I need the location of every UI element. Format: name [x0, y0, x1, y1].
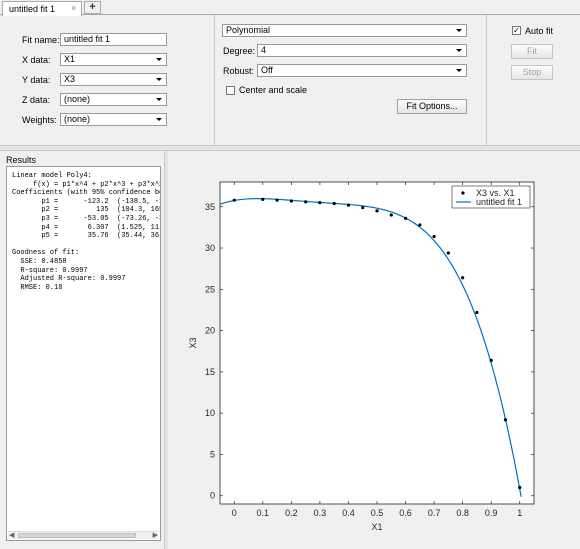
- x-tick-label: 0.7: [428, 508, 441, 518]
- add-tab-button[interactable]: +: [84, 1, 101, 14]
- y-tick-label: 0: [210, 491, 215, 501]
- fit-controls-panel: ✓ Auto fit Fit Stop: [487, 15, 580, 145]
- scroll-left-icon[interactable]: ◀: [9, 531, 14, 539]
- fit-plot[interactable]: 0 0.1 0.2 0.3 0.4 0.5 0.6 0.7 0.8 0.9 105101520253…: [168, 151, 580, 549]
- document-tab-strip: untitled fit 1 × +: [0, 0, 580, 16]
- y-tick-label: 15: [205, 367, 215, 377]
- data-point: [461, 276, 465, 280]
- x-tick-label: 1: [517, 508, 522, 518]
- data-point: [375, 209, 379, 213]
- legend-entry-fit: untitled fit 1: [476, 197, 522, 207]
- degree-select[interactable]: 4: [257, 44, 467, 57]
- data-point: [318, 201, 322, 205]
- weights-label: Weights:: [22, 115, 57, 125]
- x-tick-label: 0.9: [485, 508, 498, 518]
- data-point: [232, 198, 236, 202]
- data-point: [275, 198, 279, 202]
- x-data-select[interactable]: X1: [60, 53, 167, 66]
- z-data-label: Z data:: [22, 95, 51, 105]
- x-tick-label: 0.6: [399, 508, 412, 518]
- data-point: [418, 223, 422, 227]
- chevron-down-icon: [156, 118, 162, 121]
- y-data-select[interactable]: X3: [60, 73, 167, 86]
- legend-marker-points: [461, 191, 465, 195]
- robust-label: Robust:: [223, 66, 255, 76]
- fit-button[interactable]: Fit: [511, 44, 553, 59]
- x-data-label: X data:: [22, 55, 51, 65]
- y-axis-label: X3: [188, 337, 198, 348]
- weights-value: (none): [64, 114, 91, 124]
- data-point: [389, 213, 393, 217]
- x-tick-label: 0.8: [456, 508, 469, 518]
- y-tick-label: 10: [205, 408, 215, 418]
- results-title: Results: [6, 155, 37, 165]
- z-data-select[interactable]: (none): [60, 93, 167, 106]
- chevron-down-icon: [156, 78, 162, 81]
- y-data-label: Y data:: [22, 75, 51, 85]
- data-point: [332, 201, 336, 206]
- x-data-value: X1: [64, 54, 76, 64]
- data-point: [361, 205, 365, 210]
- scrollbar-thumb[interactable]: [18, 533, 136, 538]
- degree-label: Degree:: [223, 46, 256, 56]
- center-scale-label: Center and scale: [239, 85, 308, 95]
- x-tick-label: 0.4: [342, 508, 355, 518]
- fit-type-select[interactable]: Polynomial: [222, 24, 467, 37]
- y-tick-label: 5: [210, 449, 215, 459]
- chevron-down-icon: [456, 29, 462, 32]
- data-point: [489, 358, 493, 362]
- robust-value: Off: [261, 65, 273, 75]
- y-tick-label: 25: [205, 284, 215, 294]
- weights-select[interactable]: (none): [60, 113, 167, 126]
- chevron-down-icon: [456, 69, 462, 72]
- plot-panel: 0 0.1 0.2 0.3 0.4 0.5 0.6 0.7 0.8 0.9 1 0 5 10 15 20 25 3…: [168, 151, 580, 549]
- degree-value: 4: [261, 45, 267, 55]
- results-horizontal-scrollbar[interactable]: ◀ ▶: [8, 531, 159, 539]
- auto-fit-label: Auto fit: [525, 26, 554, 36]
- fit-type-panel: Polynomial Degree: 4 Robust: Off Center …: [215, 15, 487, 145]
- data-point: [432, 234, 436, 239]
- fit-name-label: Fit name:: [22, 35, 60, 45]
- x-tick-label: 0.3: [314, 508, 327, 518]
- chevron-down-icon: [156, 58, 162, 61]
- y-tick-label: 30: [205, 243, 215, 253]
- auto-fit-checkbox[interactable]: ✓: [512, 26, 521, 35]
- tab-untitled-fit-1[interactable]: untitled fit 1 ×: [2, 1, 82, 16]
- data-selection-panel: Fit name: untitled fit 1 X data: X1 Y da…: [0, 15, 215, 145]
- data-point: [261, 197, 265, 201]
- robust-select[interactable]: Off: [257, 64, 467, 77]
- data-point: [346, 203, 351, 207]
- y-tick-label: 35: [205, 202, 215, 212]
- y-data-value: X3: [64, 74, 76, 84]
- results-panel[interactable]: Linear model Poly4: f(x) = p1*x^4 + p2*x…: [6, 166, 161, 541]
- plot-area: [220, 182, 534, 504]
- center-scale-checkbox[interactable]: [226, 86, 235, 95]
- fit-type-value: Polynomial: [226, 25, 271, 35]
- x-tick-label: 0: [232, 508, 237, 518]
- z-data-value: (none): [64, 94, 91, 104]
- x-tick-label: 0.1: [257, 508, 270, 518]
- fit-options-button[interactable]: Fit Options...: [397, 99, 467, 114]
- x-axis-label: X1: [371, 522, 382, 532]
- data-point: [403, 216, 408, 220]
- data-point: [518, 485, 522, 490]
- x-tick-label: 0.2: [285, 508, 298, 518]
- data-point: [475, 310, 479, 315]
- stop-button[interactable]: Stop: [511, 65, 553, 80]
- results-text: Linear model Poly4: f(x) = p1*x^4 + p2*x…: [12, 172, 161, 292]
- fit-name-input[interactable]: untitled fit 1: [60, 33, 167, 46]
- tab-label: untitled fit 1: [9, 4, 56, 14]
- x-tick-label: 0.5: [371, 508, 384, 518]
- data-point: [503, 418, 508, 422]
- close-icon[interactable]: ×: [71, 3, 76, 13]
- y-tick-label: 20: [205, 326, 215, 336]
- chevron-down-icon: [156, 98, 162, 101]
- data-point: [446, 251, 450, 255]
- data-point: [304, 200, 308, 204]
- scroll-right-icon[interactable]: ▶: [153, 531, 158, 539]
- data-point: [289, 199, 293, 203]
- chevron-down-icon: [456, 49, 462, 52]
